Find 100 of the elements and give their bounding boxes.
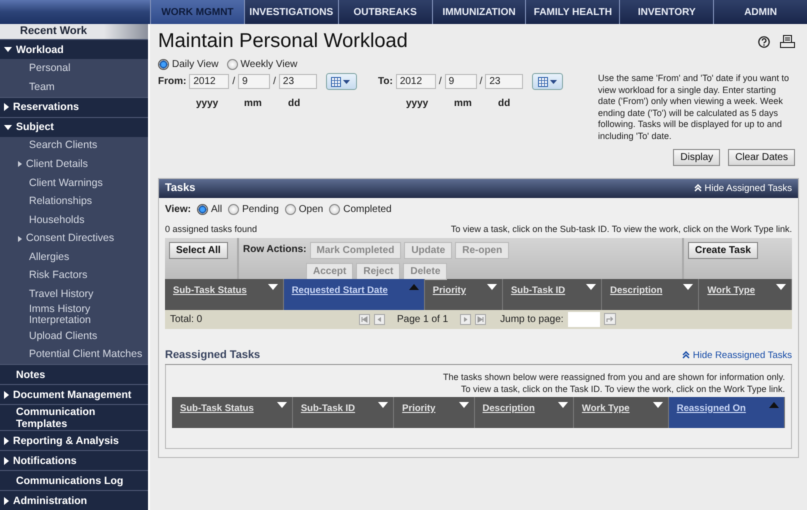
sidebar-item[interactable]: Relationships — [0, 192, 148, 211]
radio-icon[interactable] — [196, 204, 208, 215]
radio-option[interactable]: Weekly View — [226, 59, 298, 70]
caret-right-icon[interactable] — [18, 161, 22, 168]
sidebar-item[interactable]: Search Clients — [0, 136, 148, 156]
column-header[interactable]: Priority — [394, 396, 475, 428]
sidebar-item[interactable]: Allergies — [0, 248, 148, 267]
sidebar-item[interactable]: Households — [0, 210, 148, 230]
sidebar-item[interactable]: Travel History — [0, 285, 148, 304]
date-field[interactable]: 9 — [238, 74, 270, 89]
double-chevron-icon[interactable] — [682, 351, 690, 360]
help-text: Use the same 'From' and 'To' date if you want to view workload for a single day. Enter starting date ('From') only when viewing a week. Week ending date ('To') will be calculated as 5 days following. Tasks will be displayed for up to and including 'To' date. — [598, 73, 790, 143]
radio-label: Completed — [343, 204, 392, 215]
sidebar-section[interactable]: Subject — [0, 116, 148, 137]
date-field[interactable]: 9 — [444, 74, 477, 89]
view-label: View: — [165, 204, 191, 215]
sidebar-item[interactable]: Imms History Interpretation — [0, 304, 148, 327]
sidebar-section[interactable]: Workload — [0, 39, 148, 60]
sidebar-section[interactable]: Notifications — [0, 450, 148, 470]
calendar-icon — [538, 76, 558, 86]
sidebar-item[interactable]: Consent Directives — [0, 229, 148, 248]
task-count: 0 assigned tasks found — [165, 224, 258, 234]
column-header[interactable]: Reassigned On — [668, 396, 785, 428]
sidebar-item[interactable]: Potential Client Matches — [0, 345, 148, 364]
date-action-button[interactable]: Clear Dates — [728, 148, 795, 166]
radio-icon[interactable] — [329, 204, 340, 215]
jump-field[interactable] — [568, 312, 600, 327]
sidebar-item[interactable]: Risk Factors — [0, 266, 148, 286]
date-unit-label: yyyy — [196, 98, 220, 109]
help-icon[interactable] — [758, 36, 770, 48]
sidebar-item[interactable]: Client Details — [0, 155, 148, 174]
calendar-button[interactable] — [326, 73, 357, 90]
page-info: Page 1 of 1 — [397, 314, 448, 325]
radio-label: Weekly View — [240, 59, 298, 70]
sidebar-section[interactable]: Communications Log — [0, 470, 148, 490]
sidebar-section[interactable]: Document Management — [0, 384, 148, 404]
nav-tab[interactable]: ADMIN — [713, 0, 807, 24]
select-all-button[interactable]: Select All — [169, 242, 228, 259]
radio-option[interactable]: Pending — [228, 204, 279, 215]
sidebar-section[interactable]: Notes — [0, 364, 148, 384]
info-text: The tasks shown below were reassigned from you and are shown for information only. — [442, 370, 785, 383]
date-unit-label: dd — [288, 98, 302, 109]
panel-title: Tasks — [165, 182, 196, 194]
hide-link[interactable]: Hide Reassigned Tasks — [682, 350, 792, 361]
sidebar-section[interactable]: Reservations — [0, 96, 148, 117]
date-separator: / — [438, 76, 442, 87]
create-task-button[interactable]: Create Task — [688, 242, 758, 259]
column-header[interactable]: Sub-Task Status — [172, 396, 293, 428]
radio-label: Pending — [242, 204, 279, 215]
date-label: To: — [378, 76, 393, 87]
date-separator: / — [480, 76, 482, 87]
column-header[interactable]: Sub-Task ID — [292, 396, 394, 428]
sidebar-item[interactable]: Personal — [0, 59, 148, 78]
radio-label: Daily View — [172, 59, 218, 70]
date-field[interactable]: 2012 — [396, 74, 436, 89]
nav-tab[interactable]: INVESTIGATIONS — [244, 0, 338, 24]
radio-label: All — [210, 204, 222, 215]
radio-icon[interactable] — [226, 59, 238, 70]
sidebar-item[interactable]: Upload Clients — [0, 326, 148, 346]
radio-icon[interactable] — [284, 204, 296, 215]
sidebar-section[interactable]: Reporting & Analysis — [0, 430, 148, 450]
date-separator: / — [232, 76, 236, 87]
recent-work-header[interactable]: Recent Work — [0, 24, 148, 40]
date-field[interactable]: 2012 — [189, 74, 230, 89]
print-icon[interactable] — [780, 34, 795, 48]
column-header[interactable]: Description — [474, 396, 574, 428]
caret-down-icon[interactable] — [4, 124, 12, 130]
nav-tab[interactable]: FAMILY HEALTH — [525, 0, 620, 24]
date-label: From: — [158, 76, 186, 87]
nav-tab[interactable]: IMMUNIZATION — [432, 0, 526, 24]
date-unit-label: mm — [244, 98, 263, 109]
sidebar-item[interactable]: Team — [0, 78, 148, 97]
sidebar-section[interactable]: Administration — [0, 490, 148, 510]
radio-icon[interactable] — [158, 59, 169, 70]
row-actions-label: Row Actions: — [243, 242, 307, 257]
nav-tab[interactable]: INVENTORY — [619, 0, 714, 24]
radio-option[interactable]: Daily View — [158, 59, 218, 70]
date-action-button[interactable]: Display — [673, 148, 720, 166]
calendar-icon — [331, 76, 352, 86]
calendar-button[interactable] — [532, 73, 564, 90]
radio-option[interactable]: Completed — [329, 204, 392, 215]
date-field[interactable]: 23 — [278, 74, 317, 89]
radio-option[interactable]: All — [196, 204, 222, 215]
column-header[interactable]: Requested Start Date — [284, 278, 425, 310]
radio-icon[interactable] — [228, 204, 240, 215]
date-unit-label: mm — [454, 98, 473, 109]
radio-label: Open — [298, 204, 324, 215]
date-separator: / — [273, 76, 276, 87]
hint-text: To view a task, click on the Sub-task ID. To view the work, click on the Work Type link. — [450, 224, 792, 234]
caret-right-icon[interactable] — [18, 236, 22, 242]
date-field[interactable]: 23 — [485, 74, 524, 89]
radio-option[interactable]: Open — [284, 204, 324, 215]
page-title: Maintain Personal Workload — [158, 30, 409, 53]
sidebar-section[interactable]: Communication Templates — [0, 404, 148, 430]
sidebar-item[interactable]: Client Warnings — [0, 174, 148, 192]
date-unit-label: dd — [498, 98, 512, 109]
caret-down-icon[interactable] — [4, 47, 12, 52]
hide-link[interactable]: Hide Assigned Tasks — [694, 182, 792, 194]
date-unit-label: yyyy — [406, 98, 430, 109]
nav-tab[interactable]: OUTBREAKS — [338, 0, 432, 24]
